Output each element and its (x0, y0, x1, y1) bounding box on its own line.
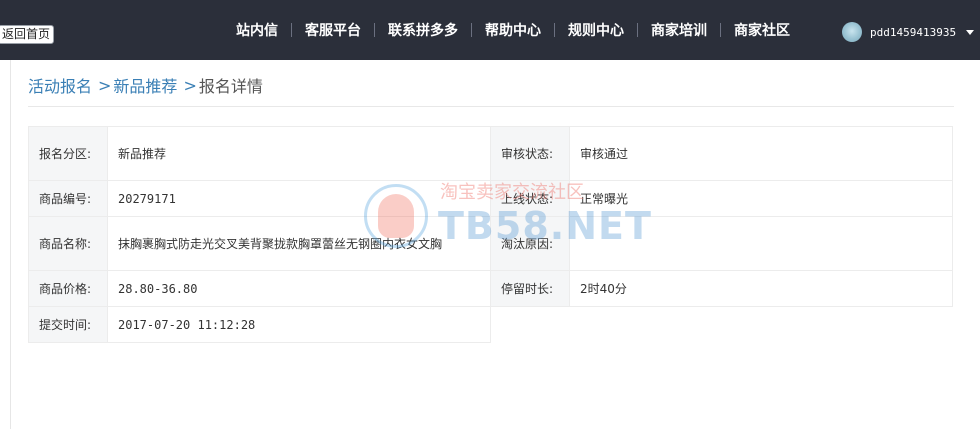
field-value-price: 28.80-36.80 (107, 270, 491, 307)
field-label-product-name: 商品名称: (28, 216, 108, 271)
breadcrumb-divider (28, 106, 954, 107)
nav-item-merchant-community[interactable]: 商家社区 (734, 20, 790, 40)
detail-row: 商品名称: 抹胸裹胸式防走光交叉美背聚拢款胸罩蕾丝无钢圈内衣女文胸 (28, 216, 491, 271)
field-value-review-status: 审核通过 (569, 126, 953, 181)
field-label-price: 商品价格: (28, 270, 108, 307)
field-value-product-id: 20279171 (107, 180, 491, 217)
field-value-product-name: 抹胸裹胸式防走光交叉美背聚拢款胸罩蕾丝无钢圈内衣女文胸 (107, 216, 491, 271)
breadcrumb-separator: > (98, 75, 112, 95)
nav-separator (720, 23, 721, 37)
field-value-online-status: 正常曝光 (569, 180, 953, 217)
top-nav-menu: 站内信 客服平台 联系拼多多 帮助中心 规则中心 商家培训 商家社区 (236, 0, 790, 60)
nav-separator (637, 23, 638, 37)
caret-down-icon (966, 29, 975, 35)
detail-row: 商品编号: 20279171 (28, 180, 491, 217)
field-value-stay-duration: 2时40分 (569, 270, 953, 307)
detail-row: 停留时长: 2时40分 (490, 270, 953, 307)
nav-separator (554, 23, 555, 37)
field-label-section: 报名分区: (28, 126, 108, 181)
field-label-product-id: 商品编号: (28, 180, 108, 217)
detail-table-left: 报名分区: 新品推荐 商品编号: 20279171 商品名称: 抹胸裹胸式防走光… (28, 126, 491, 343)
field-label-stay-duration: 停留时长: (490, 270, 570, 307)
nav-item-rules-center[interactable]: 规则中心 (568, 20, 624, 40)
breadcrumb-separator: > (183, 75, 197, 95)
detail-row: 提交时间: 2017-07-20 11:12:28 (28, 306, 491, 343)
field-label-elimination-reason: 淘汰原因: (490, 216, 570, 271)
nav-item-merchant-training[interactable]: 商家培训 (651, 20, 707, 40)
nav-item-inbox[interactable]: 站内信 (236, 20, 278, 40)
nav-separator (471, 23, 472, 37)
user-menu[interactable]: pdd1459413935 (842, 22, 975, 42)
field-label-review-status: 审核状态: (490, 126, 570, 181)
field-value-submit-time: 2017-07-20 11:12:28 (107, 306, 491, 343)
detail-row: 上线状态: 正常曝光 (490, 180, 953, 217)
nav-item-help-center[interactable]: 帮助中心 (485, 20, 541, 40)
detail-table-right: 审核状态: 审核通过 上线状态: 正常曝光 淘汰原因: 停留时长: 2时40分 (490, 126, 953, 307)
detail-row: 淘汰原因: (490, 216, 953, 271)
breadcrumb-new-product[interactable]: 新品推荐 (113, 73, 177, 97)
breadcrumb-activity-signup[interactable]: 活动报名 (28, 73, 92, 97)
field-value-section: 新品推荐 (107, 126, 491, 181)
avatar (842, 22, 862, 42)
detail-row: 商品价格: 28.80-36.80 (28, 270, 491, 307)
breadcrumb-current: 报名详情 (198, 77, 263, 96)
breadcrumb: 活动报名 > 新品推荐 > 报名详情 (28, 73, 263, 97)
nav-separator (374, 23, 375, 37)
nav-item-customer-service[interactable]: 客服平台 (305, 20, 361, 40)
detail-row: 审核状态: 审核通过 (490, 126, 953, 181)
field-value-elimination-reason (569, 216, 953, 271)
top-navigation-bar: 返回首页 站内信 客服平台 联系拼多多 帮助中心 规则中心 商家培训 商家社区 … (0, 0, 980, 60)
nav-item-contact-pinduoduo[interactable]: 联系拼多多 (388, 20, 458, 40)
username: pdd1459413935 (870, 25, 957, 39)
field-label-online-status: 上线状态: (490, 180, 570, 217)
field-label-submit-time: 提交时间: (28, 306, 108, 343)
left-divider (10, 60, 11, 429)
back-to-home-button[interactable]: 返回首页 (0, 25, 55, 44)
detail-row: 报名分区: 新品推荐 (28, 126, 491, 181)
nav-separator (291, 23, 292, 37)
